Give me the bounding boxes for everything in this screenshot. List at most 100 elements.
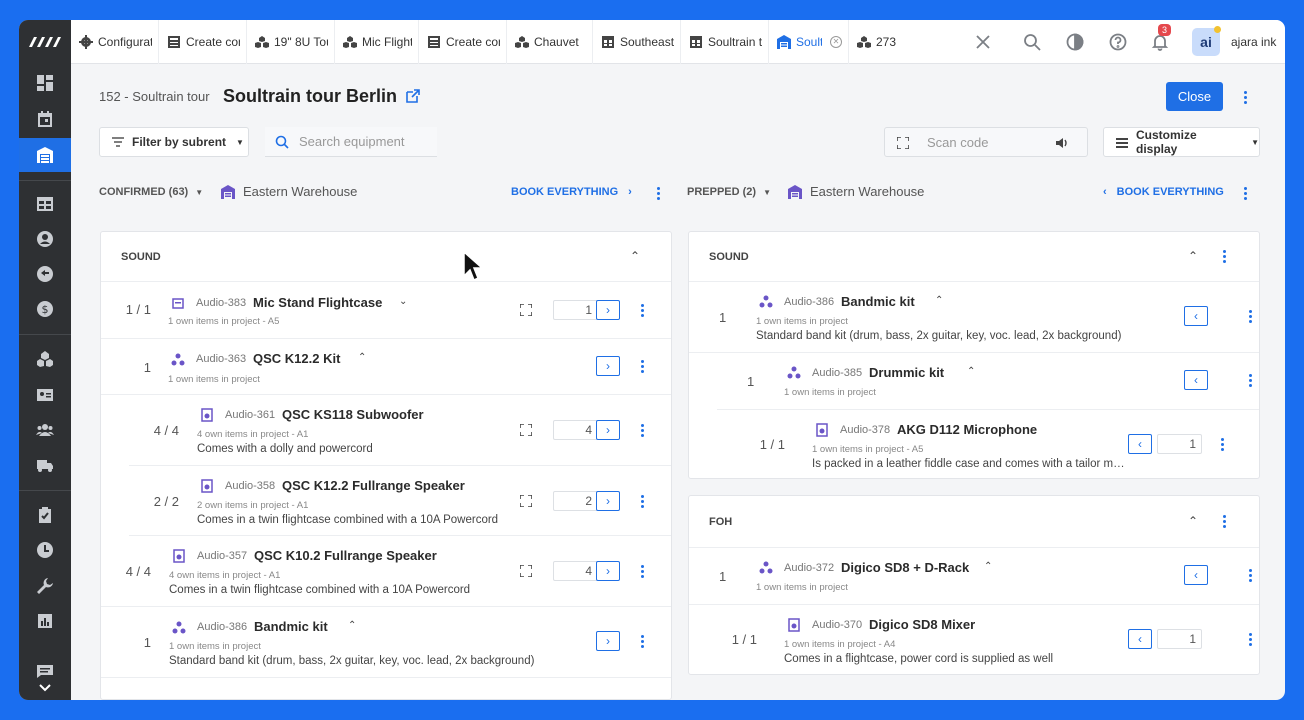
app-logo[interactable] [19, 20, 71, 64]
tab-touring-rack[interactable]: 19" 8U Touring Rack [247, 20, 335, 64]
user-name[interactable]: ajara ink [1231, 35, 1276, 49]
tab-configuration[interactable]: Configuration [71, 20, 159, 64]
row-more-menu-icon[interactable] [636, 492, 648, 510]
table-row[interactable]: 1 / 1 Audio-383 Mic Stand Flightcase ⌄ 1… [101, 282, 671, 339]
chat-menu[interactable] [19, 650, 71, 700]
collapse-section-icon[interactable]: ⌃ [1188, 249, 1198, 263]
book-everything-back-button[interactable]: ‹ BOOK EVERYTHING [1103, 186, 1224, 198]
scan-icon[interactable] [520, 495, 532, 507]
chevron-up-icon[interactable]: ⌃ [935, 295, 943, 306]
row-more-menu-icon[interactable] [636, 301, 648, 319]
chevron-up-icon[interactable]: ⌃ [967, 366, 975, 377]
item-name[interactable]: Bandmic kit [254, 619, 328, 634]
row-more-menu-icon[interactable] [1244, 371, 1256, 389]
item-name[interactable]: QSC KS118 Subwoofer [282, 407, 424, 422]
item-name[interactable]: QSC K12.2 Kit [253, 351, 340, 366]
scan-code-input[interactable]: Scan code [884, 127, 1088, 157]
move-right-button[interactable]: › [596, 300, 620, 320]
table-row[interactable]: 1 Audio-385 Drummic kit ⌃ 1 own items in… [717, 353, 1259, 410]
external-link-icon[interactable] [406, 89, 420, 103]
move-left-button[interactable]: ‹ [1128, 434, 1152, 454]
tab-soultrain-tour[interactable]: Soultrain tour [681, 20, 769, 64]
row-more-menu-icon[interactable] [636, 421, 648, 439]
section-more-menu-icon[interactable] [1218, 247, 1230, 265]
row-more-menu-icon[interactable] [636, 632, 648, 650]
row-more-menu-icon[interactable] [636, 562, 648, 580]
help-icon[interactable] [1107, 31, 1129, 53]
move-left-button[interactable]: ‹ [1128, 629, 1152, 649]
move-left-button[interactable]: ‹ [1184, 306, 1208, 326]
tab-southeast-tour[interactable]: Southeast Tour [593, 20, 681, 64]
item-name[interactable]: Mic Stand Flightcase [253, 295, 382, 310]
chevron-up-icon[interactable]: ⌃ [984, 561, 992, 572]
contact-card-icon[interactable] [19, 378, 71, 412]
confirmed-status-dropdown[interactable]: CONFIRMED (63) ▼ [99, 186, 203, 198]
clipboard-check-icon[interactable] [19, 498, 71, 532]
move-right-button[interactable]: › [596, 420, 620, 440]
quantity-input[interactable]: 1 [1157, 629, 1202, 649]
scan-icon[interactable] [520, 424, 532, 436]
table-row[interactable]: 1 / 1 Audio-378 AKG D112 Microphone 1 ow… [745, 410, 1259, 478]
table-row[interactable]: 1 Audio-372 Digico SD8 + D-Rack ⌃ 1 own … [689, 548, 1259, 605]
breadcrumb[interactable]: 152 - Soultrain tour [99, 89, 210, 104]
quantity-input[interactable]: 1 [553, 300, 598, 320]
table-row[interactable]: 4 / 4 Audio-361 QSC KS118 Subwoofer 4 ow… [129, 395, 671, 466]
search-icon[interactable] [1021, 31, 1043, 53]
quantity-input[interactable]: 4 [553, 420, 598, 440]
chevron-down-icon[interactable]: ⌄ [399, 296, 407, 307]
sync-icon[interactable] [19, 257, 71, 291]
move-left-button[interactable]: ‹ [1184, 565, 1208, 585]
table-row[interactable]: 1 / 1 Audio-370 Digico SD8 Mixer 1 own i… [717, 605, 1259, 674]
truck-icon[interactable] [19, 448, 71, 482]
move-right-button[interactable]: › [596, 491, 620, 511]
item-name[interactable]: AKG D112 Microphone [897, 422, 1037, 437]
table-row[interactable]: 2 / 2 Audio-358 QSC K12.2 Fullrange Spea… [129, 466, 671, 536]
team-icon[interactable] [19, 413, 71, 447]
table-row[interactable]: 4 / 4 Audio-357 QSC K10.2 Fullrange Spea… [101, 536, 671, 607]
report-icon[interactable] [19, 604, 71, 638]
confirmed-more-menu-icon[interactable] [652, 184, 664, 202]
item-name[interactable]: QSC K10.2 Fullrange Speaker [254, 548, 437, 563]
wrench-icon[interactable] [19, 569, 71, 603]
quantity-input[interactable]: 1 [1157, 434, 1202, 454]
section-more-menu-icon[interactable] [1218, 512, 1230, 530]
calendar-icon[interactable] [19, 102, 71, 136]
table-row[interactable]: 1 Audio-363 QSC K12.2 Kit ⌃ 1 own items … [101, 339, 671, 395]
warehouse-selector[interactable]: Eastern Warehouse [243, 184, 357, 199]
quantity-input[interactable]: 4 [553, 561, 598, 581]
item-name[interactable]: QSC K12.2 Fullrange Speaker [282, 478, 465, 493]
table-icon[interactable] [19, 187, 71, 221]
tab-chauvet[interactable]: Chauvet [507, 20, 593, 64]
theme-icon[interactable] [1064, 31, 1086, 53]
dollar-icon[interactable]: $ [19, 292, 71, 326]
row-more-menu-icon[interactable] [636, 357, 648, 375]
move-left-button[interactable]: ‹ [1184, 370, 1208, 390]
item-name[interactable]: Digico SD8 + D-Rack [841, 560, 969, 575]
close-tab-icon[interactable]: ✕ [830, 35, 842, 48]
tab-273[interactable]: 273 [849, 20, 935, 64]
collapse-section-icon[interactable]: ⌃ [630, 249, 640, 263]
row-more-menu-icon[interactable] [1244, 566, 1256, 584]
tab-mic-flightcase[interactable]: Mic Flightcase [335, 20, 419, 64]
scan-icon[interactable] [520, 304, 532, 316]
page-more-menu-icon[interactable] [1239, 88, 1251, 106]
book-everything-button[interactable]: BOOK EVERYTHING › [511, 186, 632, 198]
item-name[interactable]: Drummic kit [869, 365, 944, 380]
warehouse-selector[interactable]: Eastern Warehouse [810, 184, 924, 199]
chevron-up-icon[interactable]: ⌃ [358, 352, 366, 363]
item-name[interactable]: Bandmic kit [841, 294, 915, 309]
user-icon[interactable] [19, 222, 71, 256]
cubes-icon[interactable] [19, 342, 71, 376]
row-more-menu-icon[interactable] [1216, 435, 1228, 453]
tab-create-contact-2[interactable]: Create contact [419, 20, 507, 64]
prepped-status-dropdown[interactable]: PREPPED (2) ▼ [687, 186, 771, 198]
customize-display-button[interactable]: Customize display ▼ [1103, 127, 1260, 157]
item-name[interactable]: Digico SD8 Mixer [869, 617, 975, 632]
table-row[interactable]: 1 Audio-386 Bandmic kit ⌃ 1 own items in… [101, 607, 671, 678]
quantity-input[interactable]: 2 [553, 491, 598, 511]
chevron-up-icon[interactable]: ⌃ [348, 620, 356, 631]
move-right-button[interactable]: › [596, 561, 620, 581]
move-right-button[interactable]: › [596, 631, 620, 651]
close-button[interactable]: Close [1166, 82, 1223, 111]
collapse-section-icon[interactable]: ⌃ [1188, 514, 1198, 528]
